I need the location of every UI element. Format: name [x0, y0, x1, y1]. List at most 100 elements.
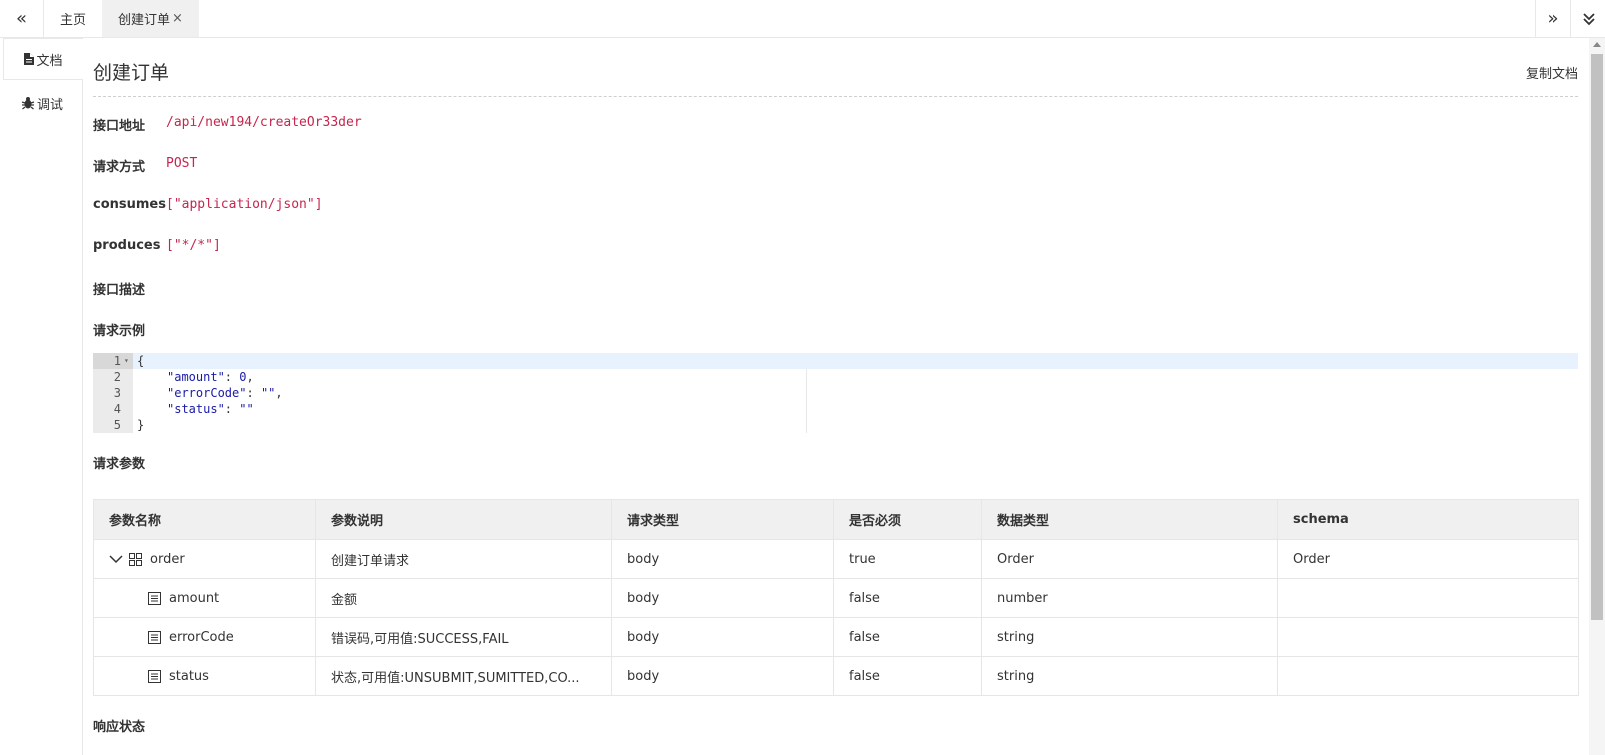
param-schema [1277, 656, 1579, 696]
column-header: 参数名称 [93, 499, 316, 540]
fold-toggle-icon[interactable]: ▾ [124, 353, 129, 369]
code-sep: : [246, 386, 261, 400]
param-name-cell: amount [93, 578, 316, 618]
produces-label: produces [93, 238, 161, 253]
param-required: true [833, 539, 982, 579]
code-tail: , [246, 370, 254, 384]
param-required: false [833, 656, 982, 696]
param-name: amount [169, 590, 220, 606]
column-header: 是否必须 [833, 499, 982, 540]
sidebar-item-label: 文档 [36, 53, 63, 69]
code-line: "errorCode": "", [167, 385, 283, 401]
response-status-label: 响应状态 [93, 720, 146, 735]
param-desc: 金额 [315, 578, 612, 618]
editor-gutter: 1 2 3 4 5 ▾ [93, 353, 133, 433]
print-margin [806, 369, 807, 433]
description-label: 接口描述 [93, 283, 146, 298]
param-name-cell: order [93, 539, 316, 579]
column-header: 请求类型 [611, 499, 834, 540]
consumes-value: ["application/json"] [166, 197, 323, 212]
tab-create-order[interactable]: 创建订单 × [102, 0, 199, 37]
tab-bar: « 主页 创建订单 × » [0, 0, 1605, 38]
close-icon[interactable]: × [172, 11, 183, 26]
param-desc: 创建订单请求 [315, 539, 612, 579]
code-brace: } [137, 418, 145, 432]
sidebar: 文档 调试 [0, 38, 83, 755]
param-name-wrap: amount [109, 591, 300, 606]
param-type: Order [981, 539, 1278, 579]
code-key: "status" [167, 402, 225, 416]
sidebar-item-doc[interactable]: 文档 [3, 38, 83, 80]
param-name-cell: errorCode [93, 617, 316, 657]
page-title: 创建订单 [93, 62, 170, 84]
request-params-label: 请求参数 [93, 457, 146, 472]
code-key: "errorCode" [167, 386, 247, 400]
line-number: 4 [113, 402, 121, 416]
code-line: } [137, 417, 144, 433]
code-line: "status": "" [167, 401, 254, 417]
param-type: string [981, 617, 1278, 657]
chevron-down-icon[interactable] [109, 554, 123, 564]
code-sep: : [224, 402, 240, 416]
table-row[interactable]: errorCode 错误码,可用值:SUCCESS,FAIL body fals… [93, 617, 1579, 657]
table-row[interactable]: amount 金额 body false number [93, 578, 1579, 618]
param-required: false [833, 578, 982, 618]
param-name-wrap: status [109, 669, 300, 684]
line-number: 1 [113, 354, 121, 368]
consumes-label: consumes [93, 197, 166, 212]
tab-create-order-label: 创建订单 [118, 13, 171, 28]
table-row[interactable]: order 创建订单请求 body true Order Order [93, 539, 1579, 579]
param-schema: Order [1277, 539, 1579, 579]
tab-menu-button[interactable] [1570, 0, 1605, 37]
scrollbar-thumb[interactable] [1591, 54, 1603, 620]
line-number: 2 [113, 370, 121, 384]
code-sep: : [224, 370, 240, 384]
scroll-tabs-left-button[interactable]: « [0, 0, 44, 37]
code-value: "" [239, 402, 254, 416]
produces-value: ["*/*"] [166, 238, 221, 253]
column-header: 数据类型 [981, 499, 1278, 540]
double-chevron-down-icon [1582, 12, 1595, 25]
param-desc: 状态,可用值:UNSUBMIT,SUMITTED,CO... [315, 656, 612, 696]
list-icon [148, 630, 161, 644]
tab-home-label: 主页 [59, 13, 86, 28]
param-in: body [611, 617, 834, 657]
code-value: "" [260, 386, 276, 400]
param-in: body [611, 656, 834, 696]
double-chevron-left-icon: « [15, 8, 27, 29]
scroll-up-arrow-icon[interactable] [1593, 42, 1601, 47]
double-chevron-right-icon: » [1547, 8, 1559, 29]
code-line: "amount": 0, [167, 369, 254, 385]
table-header-row: 参数名称 参数说明 请求类型 是否必须 数据类型 schema [93, 499, 1579, 540]
document-icon [24, 53, 35, 65]
method-value: POST [166, 156, 198, 171]
request-params-table: 参数名称 参数说明 请求类型 是否必须 数据类型 schema order 创建… [93, 499, 1579, 696]
param-name: errorCode [169, 629, 234, 645]
list-icon [148, 591, 161, 605]
param-type: number [981, 578, 1278, 618]
tab-home[interactable]: 主页 [44, 0, 103, 37]
active-line-highlight [133, 353, 1578, 369]
table-row[interactable]: status 状态,可用值:UNSUBMIT,SUMITTED,CO... bo… [93, 656, 1579, 696]
sidebar-item-debug[interactable]: 调试 [3, 83, 81, 123]
code-line: { [137, 353, 144, 369]
divider [93, 96, 1578, 97]
vertical-scrollbar[interactable] [1589, 38, 1605, 755]
object-grid-icon [129, 552, 142, 566]
param-name-wrap: order [109, 552, 300, 567]
copy-doc-link[interactable]: 复制文档 [1526, 63, 1578, 82]
sidebar-item-label: 调试 [36, 97, 63, 113]
line-number: 3 [113, 386, 121, 400]
param-name: status [169, 668, 209, 684]
address-label: 接口地址 [93, 119, 146, 134]
request-example-editor[interactable]: 1 2 3 4 5 ▾ { "amount": 0, "errorCode": … [93, 353, 1578, 433]
param-name-cell: status [93, 656, 316, 696]
column-header: schema [1277, 499, 1579, 540]
method-label: 请求方式 [93, 160, 146, 175]
param-desc: 错误码,可用值:SUCCESS,FAIL [315, 617, 612, 657]
scroll-tabs-right-button[interactable]: » [1535, 0, 1570, 37]
param-in: body [611, 578, 834, 618]
list-icon [148, 669, 161, 683]
request-example-label: 请求示例 [93, 324, 146, 339]
param-schema [1277, 617, 1579, 657]
